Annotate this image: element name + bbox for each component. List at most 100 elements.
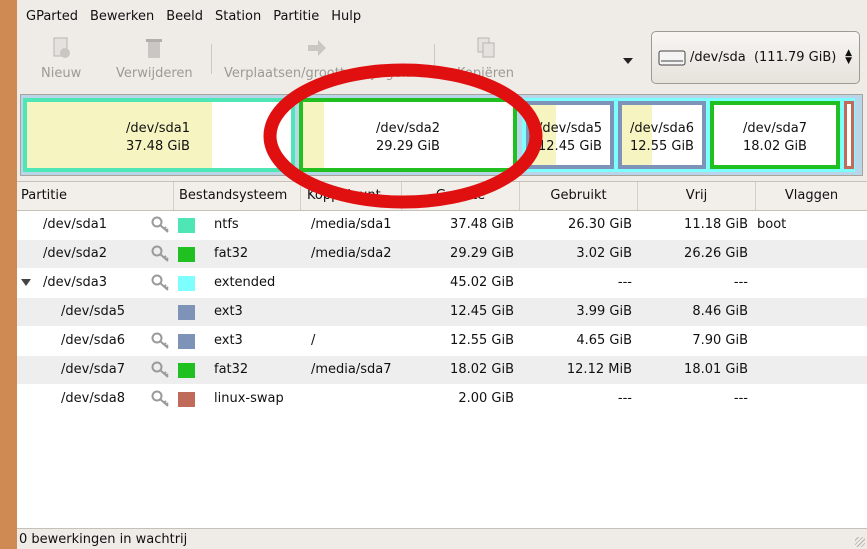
cell-partition: /dev/sda7 [61, 362, 125, 377]
column-grootte[interactable]: Grootte [402, 182, 520, 210]
cell-used: 4.65 GiB [576, 333, 632, 348]
map-partition-size: 12.45 GiB [538, 139, 602, 154]
arrow-right-icon [307, 40, 326, 56]
map-partition-sda6[interactable]: /dev/sda6 12.55 GiB [618, 101, 706, 169]
cell-free: 26.26 GiB [684, 246, 748, 261]
column-vlaggen[interactable]: Vlaggen [756, 182, 867, 210]
cell-partition: /dev/sda8 [61, 391, 125, 406]
toolbar-separator [434, 44, 435, 74]
menu-bewerken[interactable]: Bewerken [84, 9, 160, 24]
filesystem-color-swatch [178, 276, 195, 291]
key-icon [151, 332, 169, 349]
menu-bar: GParted Bewerken Beeld Station Partitie … [17, 0, 867, 32]
partition-table: /dev/sda1 ntfs/media/sda1 37.48 GiB 26.30 G… [17, 211, 867, 528]
map-partition-size: 29.29 GiB [376, 139, 440, 154]
table-row[interactable]: /dev/sda2 fat32/media/sda2 29.29 GiB 3.02 G… [17, 240, 867, 268]
column-partitie[interactable]: Partitie [17, 182, 174, 210]
cell-size: 18.02 GiB [450, 362, 514, 377]
cell-partition: /dev/sda5 [61, 304, 125, 319]
toolbar-overflow-icon[interactable] [623, 58, 633, 64]
map-partition-sda5[interactable]: /dev/sda5 12.45 GiB [526, 101, 614, 169]
cell-free: --- [733, 275, 748, 290]
expander-icon[interactable] [21, 279, 31, 286]
menu-beeld[interactable]: Beeld [160, 9, 209, 24]
column-gebruikt[interactable]: Gebruikt [520, 182, 638, 210]
cell-free: 7.90 GiB [692, 333, 748, 348]
map-partition-name: /dev/sda5 [538, 121, 602, 136]
delete-button[interactable]: Verwijderen [116, 34, 193, 86]
cell-size: 45.02 GiB [450, 275, 514, 290]
menu-partitie[interactable]: Partitie [267, 9, 325, 24]
partition-map: /dev/sda1 37.48 GiB /dev/sda2 29.29 GiB … [20, 94, 863, 176]
cell-partition: /dev/sda1 [43, 217, 107, 232]
filesystem-color-swatch [178, 363, 195, 378]
key-icon [151, 361, 169, 378]
cell-partition: /dev/sda3 [43, 275, 107, 290]
filesystem-color-swatch [178, 392, 195, 407]
map-partition-sda1[interactable]: /dev/sda1 37.48 GiB [23, 98, 295, 172]
map-partition-name: /dev/sda6 [630, 121, 694, 136]
move-resize-button[interactable]: Verplaatsen/grootte wijzigen [224, 34, 410, 86]
cell-size: 2.00 GiB [458, 391, 514, 406]
cell-used: --- [617, 391, 632, 406]
device-selector-label: /dev/sda (111.79 GiB) [690, 50, 837, 65]
key-icon [151, 274, 169, 291]
cell-used: 12.12 MiB [566, 362, 632, 377]
cell-partition: /dev/sda2 [43, 246, 107, 261]
filesystem-color-swatch [178, 334, 195, 349]
table-row[interactable]: /dev/sda6 ext3 / 12.55 GiB 4.65 GiB 7.90 GiB [17, 327, 867, 355]
map-partition-sda8[interactable] [844, 101, 854, 169]
status-text: 0 bewerkingen in wachtrij [19, 532, 188, 547]
cell-mountpoint: / [311, 333, 316, 348]
map-partition-sda7[interactable]: /dev/sda7 18.02 GiB [710, 101, 840, 169]
menu-hulp[interactable]: Hulp [325, 9, 367, 24]
cell-free: 18.01 GiB [684, 362, 748, 377]
filesystem-color-swatch [178, 247, 195, 262]
gparted-window: GParted Bewerken Beeld Station Partitie … [17, 0, 867, 549]
toolbar-separator [211, 44, 212, 74]
map-partition-size: 37.48 GiB [126, 139, 190, 154]
cell-used: 26.30 GiB [568, 217, 632, 232]
cell-filesystem: extended [214, 275, 276, 290]
map-partition-size: 18.02 GiB [743, 139, 807, 154]
cell-free: 11.18 GiB [684, 217, 748, 232]
cell-used: 3.02 GiB [576, 246, 632, 261]
cell-flags: boot [757, 217, 787, 232]
delete-label: Verwijderen [116, 66, 193, 81]
spin-arrows-icon: ▲ ▼ [845, 48, 852, 66]
status-bar: 0 bewerkingen in wachtrij [17, 528, 867, 549]
column-vrij[interactable]: Vrij [638, 182, 756, 210]
map-partition-name: /dev/sda7 [743, 121, 807, 136]
resize-grip-icon[interactable] [855, 537, 865, 547]
table-row[interactable]: /dev/sda1 ntfs/media/sda1 37.48 GiB 26.30 G… [17, 211, 867, 239]
menu-station[interactable]: Station [209, 9, 267, 24]
menu-gparted[interactable]: GParted [17, 9, 84, 24]
new-partition-icon [53, 37, 71, 58]
column-koppelpunt[interactable]: Koppelpunt [301, 182, 402, 210]
new-button[interactable]: Nieuw [41, 34, 81, 86]
cell-free: --- [733, 391, 748, 406]
copy-icon [477, 37, 494, 58]
key-icon [151, 216, 169, 233]
map-partition-name: /dev/sda1 [126, 121, 190, 136]
copy-button[interactable]: Kopiëren [457, 34, 514, 86]
table-row[interactable]: /dev/sda8 linux-swap 2.00 GiB --- --- [17, 385, 867, 413]
device-selector[interactable]: /dev/sda (111.79 GiB) ▲ ▼ [651, 31, 860, 84]
cell-mountpoint: /media/sda2 [311, 246, 392, 261]
column-bestandsysteem[interactable]: Bestandsysteem [174, 182, 301, 210]
table-row[interactable]: /dev/sda3 extended 45.02 GiB --- --- [17, 269, 867, 297]
table-row[interactable]: /dev/sda7 fat32/media/sda7 18.02 GiB 12.12 … [17, 356, 867, 384]
filesystem-color-swatch [178, 218, 195, 233]
trash-icon [146, 39, 163, 58]
cell-partition: /dev/sda6 [61, 333, 125, 348]
cell-size: 29.29 GiB [450, 246, 514, 261]
map-partition-size: 12.55 GiB [630, 139, 694, 154]
cell-filesystem: linux-swap [214, 391, 284, 406]
map-partition-sda2[interactable]: /dev/sda2 29.29 GiB [299, 98, 517, 172]
cell-filesystem: ext3 [214, 333, 243, 348]
table-row[interactable]: /dev/sda5 ext3 12.45 GiB 3.99 GiB 8.46 GiB [17, 298, 867, 326]
cell-size: 12.55 GiB [450, 333, 514, 348]
cell-size: 37.48 GiB [450, 217, 514, 232]
cell-filesystem: fat32 [214, 362, 249, 377]
harddisk-icon [658, 50, 686, 65]
